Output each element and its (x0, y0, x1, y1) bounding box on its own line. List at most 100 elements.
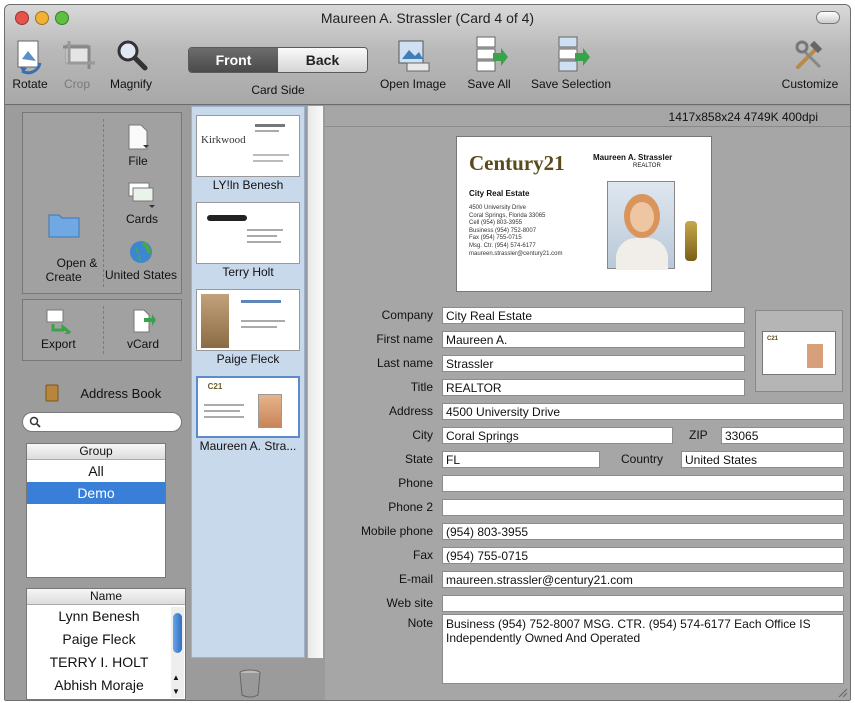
card-side-segmented-control: Front Back (188, 47, 368, 73)
open-create-button[interactable]: Open & Create (30, 181, 97, 298)
first-name-field[interactable]: Maureen A. (442, 331, 745, 348)
address-field[interactable]: 4500 University Drive (442, 403, 844, 420)
address-book-icon (45, 384, 59, 402)
folder-icon (48, 214, 80, 238)
search-input[interactable] (45, 415, 175, 429)
card-role: REALTOR (633, 163, 661, 169)
group-item-demo[interactable]: Demo (27, 482, 165, 504)
crop-button[interactable]: Crop (55, 33, 99, 91)
zip-label: ZIP (689, 428, 708, 442)
scroll-thumb[interactable] (173, 613, 182, 653)
note-field[interactable]: Business (954) 752-8007 MSG. CTR. (954) … (442, 614, 844, 684)
cards-icon (128, 182, 155, 208)
first-name-label: First name (376, 332, 433, 346)
list-item[interactable]: TERRY I. HOLT (27, 651, 185, 674)
search-field[interactable] (22, 412, 182, 432)
card-person: Maureen A. Strassler (593, 153, 673, 162)
phone2-field[interactable] (442, 499, 844, 516)
trash-icon[interactable] (237, 668, 263, 698)
country-field[interactable]: United States (681, 451, 844, 468)
rotate-button[interactable]: Rotate (7, 33, 53, 91)
window-title: Maureen A. Strassler (Card 4 of 4) (320, 10, 535, 26)
zip-field[interactable]: 33065 (721, 427, 844, 444)
card-line: Cell (954) 803-3955 (469, 220, 523, 227)
card-line: 4500 University Drive (469, 205, 527, 211)
list-item[interactable]: Lynn Benesh (27, 605, 185, 628)
company-label: Company (381, 308, 433, 322)
magnifier-icon (117, 40, 148, 71)
address-label: Address (388, 404, 433, 418)
export-panel: Export vCard (22, 299, 182, 361)
fax-label: Fax (412, 548, 433, 562)
fax-field[interactable]: (954) 755-0715 (442, 547, 844, 564)
scroll-up-arrow[interactable]: ▲ (172, 673, 180, 682)
rotate-icon (17, 40, 42, 75)
web-site-field[interactable] (442, 595, 844, 612)
vcard-button[interactable]: vCard (127, 308, 159, 351)
file-icon (128, 124, 149, 150)
card-image-preview[interactable]: Century21 City Real Estate Maureen A. St… (456, 136, 712, 292)
resize-grip-icon[interactable] (836, 686, 848, 698)
mobile-field[interactable]: (954) 803-3955 (442, 523, 844, 540)
file-menu-button[interactable]: File (127, 123, 149, 168)
email-label: E-mail (398, 572, 433, 586)
search-icon (29, 416, 41, 428)
name-list-scrollbar[interactable]: ▲ ▼ (171, 607, 184, 698)
scroll-down-arrow[interactable]: ▼ (172, 687, 180, 696)
save-all-button[interactable]: Save All (461, 33, 517, 91)
phone-label: Phone (398, 476, 433, 490)
award-icon (685, 221, 697, 261)
email-field[interactable]: maureen.strassler@century21.com (442, 571, 844, 588)
card-browser-scrollbar[interactable] (307, 106, 323, 658)
state-label: State (404, 452, 433, 466)
card-line: Fax (954) 755-0715 (469, 235, 522, 242)
image-info: 1417x858x24 4749K 400dpi (668, 110, 818, 124)
card-thumbnail-1[interactable]: Kirkwood LY!ln Benesh (196, 115, 300, 193)
note-label: Note (407, 616, 433, 630)
company-field[interactable]: City Real Estate (442, 307, 745, 324)
export-button[interactable]: Export (41, 308, 76, 351)
save-all-icon (476, 36, 508, 72)
list-item[interactable]: Paige Fleck (27, 628, 185, 651)
card-thumbnail-4[interactable]: C21 Maureen A. Stra... (196, 376, 300, 454)
customize-button[interactable]: Customize (775, 33, 845, 91)
country-label: Country (621, 452, 664, 466)
list-item[interactable]: Abhish Moraje (27, 674, 185, 697)
back-tab[interactable]: Back (278, 48, 367, 72)
card-line: Msg. Ctr. (954) 574-6177 (469, 242, 536, 249)
vcard-icon (133, 309, 156, 333)
card-side-label: Card Side (251, 83, 305, 97)
card-thumbnail-2[interactable]: Terry Holt (196, 202, 300, 280)
phone2-label: Phone 2 (388, 500, 433, 514)
save-selection-icon (558, 36, 590, 72)
group-column-header: Group (27, 444, 165, 460)
address-book-button[interactable]: Address Book (45, 384, 161, 402)
cards-menu-button[interactable]: Cards (126, 181, 158, 226)
card-detail-panel: 1417x858x24 4749K 400dpi Century21 City … (325, 106, 850, 700)
crop-icon (63, 41, 95, 69)
toolbar-toggle-button[interactable] (816, 11, 840, 24)
title-label: Title (410, 380, 433, 394)
open-image-icon (398, 40, 430, 72)
phone-field[interactable] (442, 475, 844, 492)
globe-icon (130, 241, 153, 263)
name-column-header: Name (27, 589, 185, 605)
group-item-all[interactable]: All (27, 460, 165, 482)
front-tab[interactable]: Front (189, 48, 278, 72)
open-image-button[interactable]: Open Image (375, 33, 451, 91)
card-line: Coral Springs, Florida 33065 (469, 212, 546, 219)
card-line: Business (954) 752-8007 (469, 227, 537, 234)
save-selection-button[interactable]: Save Selection (523, 33, 619, 91)
state-field[interactable]: FL (442, 451, 600, 468)
card-side-thumbnail[interactable]: C21 (755, 310, 843, 392)
last-name-label: Last name (376, 356, 433, 370)
card-image (196, 202, 300, 264)
title-field[interactable]: REALTOR (442, 379, 745, 396)
last-name-field[interactable]: Strassler (442, 355, 745, 372)
region-button[interactable]: United States (105, 239, 177, 282)
magnify-button[interactable]: Magnify (103, 33, 159, 91)
city-field[interactable]: Coral Springs (442, 427, 673, 444)
card-thumbnail-3[interactable]: Paige Fleck (196, 289, 300, 367)
city-label: City (412, 428, 433, 442)
card-browser: Kirkwood LY!ln Benesh Terry Holt Paige F… (191, 106, 305, 658)
